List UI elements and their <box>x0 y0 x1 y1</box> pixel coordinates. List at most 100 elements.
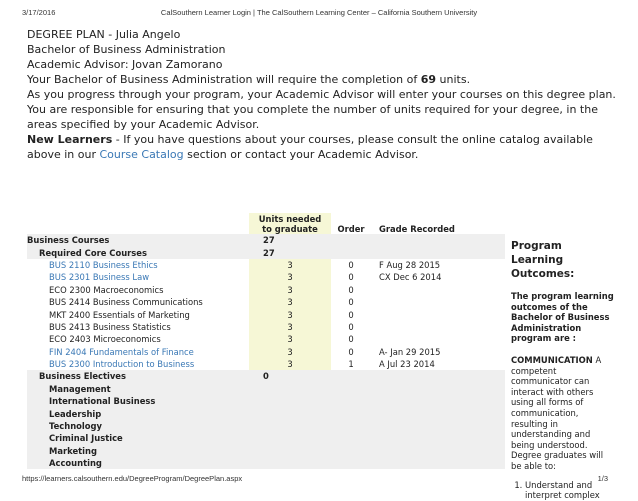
required-units: 69 <box>420 73 437 86</box>
elective-units <box>249 432 331 445</box>
course-grade <box>371 321 505 333</box>
new-learners-note: New Learners - If you have questions abo… <box>27 132 617 162</box>
plan-title: DEGREE PLAN - Julia Angelo <box>27 28 181 41</box>
course-units: 3 <box>249 357 331 371</box>
elective-row: Leadership <box>27 407 505 420</box>
new-learners-tail: section or contact your Academic Advisor… <box>183 148 419 161</box>
course-row: FIN 2404 Fundamentals of Finance 3 0 A- Jan… <box>27 345 505 358</box>
course-row: MKT 2400 Essentials of Marketing 3 0 <box>27 308 505 321</box>
course-order: 0 <box>348 346 354 357</box>
elective-row: Technology <box>27 419 505 433</box>
course-name[interactable]: BUS 2110 Business Ethics <box>27 259 249 271</box>
header-units-line2: to graduate <box>262 224 318 234</box>
course-name[interactable]: FIN 2404 Fundamentals of Finance <box>27 346 249 358</box>
course-units: 3 <box>249 320 331 334</box>
course-rows: BUS 2110 Business Ethics 3 0 F Aug 28 2015 B… <box>27 258 505 371</box>
course-units: 3 <box>249 333 331 346</box>
course-grade: CX Dec 6 2014 <box>379 272 442 283</box>
course-grade: A- Jan 29 2015 <box>379 346 441 357</box>
course-name: BUS 2414 Business Communications <box>49 297 203 308</box>
elective-units <box>249 407 331 420</box>
requirement-prefix: Your Bachelor of Business Administration… <box>27 73 421 86</box>
course-catalog-link[interactable]: Course Catalog <box>99 148 183 161</box>
subgroup-units: 27 <box>249 246 331 259</box>
course-grade <box>371 333 505 345</box>
print-header: 3/17/2016 CalSouthern Learner Login | Th… <box>0 8 638 22</box>
course-row: BUS 2110 Business Ethics 3 0 F Aug 28 2015 <box>27 258 505 272</box>
course-order: 0 <box>348 259 354 270</box>
elective-name: Criminal Justice <box>27 432 249 445</box>
subgroup-label: Required Core Courses <box>27 246 249 259</box>
course-row: BUS 2413 Business Statistics 3 0 <box>27 320 505 334</box>
elective-row: Accounting <box>27 457 505 470</box>
course-grade: F Aug 28 2015 <box>379 259 441 270</box>
communication-label: COMMUNICATION <box>511 354 593 365</box>
course-order: 1 <box>348 359 354 370</box>
electives-group-units: 0 <box>249 370 331 383</box>
degree-name: Bachelor of Business Administration <box>27 43 226 56</box>
group-units: 27 <box>249 234 331 247</box>
degree-plan-area: Units needed to graduate Order Grade Reco… <box>27 213 617 500</box>
course-grade <box>371 296 505 308</box>
elective-row: International Business <box>27 395 505 408</box>
plan-title-block: DEGREE PLAN - Julia Angelo Bachelor of B… <box>27 27 617 57</box>
course-order: 0 <box>348 284 354 295</box>
course-order: 0 <box>348 334 354 345</box>
course-name[interactable]: BUS 2301 Business Law <box>27 271 249 283</box>
plan-description: As you progress through your program, yo… <box>27 88 616 131</box>
print-page-number: 1/3 <box>597 474 608 483</box>
communication-text: A competent communicator can interact wi… <box>511 354 604 471</box>
course-name: MKT 2400 Essentials of Marketing <box>49 309 190 320</box>
course-row: ECO 2300 Macroeconomics 3 0 <box>27 283 505 296</box>
course-name: ECO 2300 Macroeconomics <box>49 284 164 295</box>
elective-units <box>249 457 331 470</box>
header-units-line1: Units needed <box>258 214 322 224</box>
academic-advisor: Academic Advisor: Jovan Zamorano <box>27 58 223 71</box>
header-grade: Grade Recorded <box>379 224 455 234</box>
table-header-row: Units needed to graduate Order Grade Reco… <box>27 213 505 234</box>
course-units: 3 <box>249 258 331 272</box>
electives-group-label: Business Electives <box>27 370 249 383</box>
course-row: ECO 2403 Microeconomics 3 0 <box>27 333 505 346</box>
elective-name: Leadership <box>27 407 249 420</box>
header-order: Order <box>337 224 365 234</box>
degree-plan-table: Units needed to graduate Order Grade Reco… <box>27 213 505 470</box>
course-grade: A Jul 23 2014 <box>379 359 435 370</box>
course-units: 3 <box>249 283 331 296</box>
course-name: ECO 2403 Microeconomics <box>49 334 161 345</box>
print-url: https://learners.calsouthern.edu/DegreeP… <box>22 474 243 483</box>
outcomes-subheading: The program learning outcomes of the Bac… <box>511 291 614 344</box>
course-order: 0 <box>348 309 354 320</box>
print-footer: https://learners.calsouthern.edu/DegreeP… <box>0 474 638 488</box>
course-row: BUS 2300 Introduction to Business 3 1 A Jul… <box>27 357 505 371</box>
elective-row: Marketing <box>27 444 505 458</box>
course-grade <box>371 308 505 320</box>
course-units: 3 <box>249 271 331 284</box>
print-page-title: CalSouthern Learner Login | The CalSouth… <box>160 8 478 17</box>
group-label: Business Courses <box>27 234 249 247</box>
requirement-suffix: units. <box>436 73 471 86</box>
new-learners-label: New Learners <box>27 133 113 146</box>
unit-requirement: Your Bachelor of Business Administration… <box>27 72 617 87</box>
course-name[interactable]: BUS 2300 Introduction to Business <box>27 358 249 370</box>
course-row: BUS 2301 Business Law 3 0 CX Dec 6 2014 <box>27 271 505 284</box>
course-order: 0 <box>348 321 354 332</box>
program-outcomes-panel: Program Learning Outcomes: The program l… <box>511 239 615 501</box>
course-units: 3 <box>249 295 331 309</box>
course-units: 3 <box>249 345 331 358</box>
elective-units <box>249 419 331 433</box>
elective-row: Management <box>27 382 505 396</box>
course-order: 0 <box>348 297 354 308</box>
group-row-business-courses: Business Courses 27 <box>27 234 505 247</box>
degree-plan-intro: DEGREE PLAN - Julia Angelo Bachelor of B… <box>27 24 617 162</box>
course-grade <box>371 284 505 296</box>
elective-name: Accounting <box>27 457 249 470</box>
outcomes-heading: Program Learning Outcomes: <box>511 240 575 280</box>
course-name: BUS 2413 Business Statistics <box>49 321 171 332</box>
course-units: 3 <box>249 308 331 321</box>
group-row-required-core: Required Core Courses 27 <box>27 246 505 259</box>
elective-name: Management <box>27 382 249 396</box>
elective-name: International Business <box>27 395 249 408</box>
group-row-business-electives: Business Electives 0 <box>27 370 505 383</box>
elective-name: Marketing <box>27 444 249 458</box>
